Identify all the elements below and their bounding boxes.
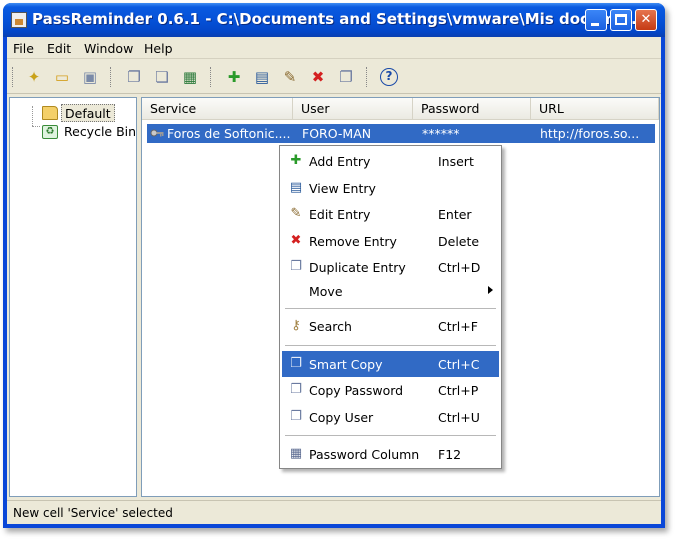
add-entry-icon[interactable]: ✚ bbox=[225, 68, 243, 86]
folder-icon bbox=[42, 106, 58, 120]
menu-item-label: Copy User bbox=[309, 410, 374, 425]
menu-file[interactable]: File bbox=[13, 41, 34, 56]
close-button[interactable]: ✕ bbox=[635, 9, 657, 31]
menu-item-label: Smart Copy bbox=[309, 357, 383, 372]
toolbar-separator bbox=[110, 67, 112, 87]
menu-item-shortcut: Insert bbox=[438, 154, 474, 169]
column-header-service[interactable]: Service bbox=[142, 98, 293, 120]
column-header-user[interactable]: User bbox=[293, 98, 413, 120]
duplicate-icon: ❐ bbox=[290, 259, 302, 274]
toolbar-separator bbox=[210, 67, 212, 87]
window-title: PassReminder 0.6.1 - C:\Documents and Se… bbox=[32, 10, 643, 28]
menu-item-label: View Entry bbox=[309, 181, 376, 196]
recycle-bin-icon: ♻ bbox=[42, 125, 58, 139]
menu-item-search[interactable]: ⚷ Search Ctrl+F bbox=[282, 313, 499, 339]
menu-window[interactable]: Window bbox=[84, 41, 133, 56]
copy-user-icon: ❐ bbox=[290, 409, 302, 424]
menu-item-label: Password Column bbox=[309, 447, 420, 462]
remove-entry-icon[interactable]: ✖ bbox=[309, 68, 327, 86]
menu-item-duplicate-entry[interactable]: ❐ Duplicate Entry Ctrl+D bbox=[282, 254, 499, 280]
help-icon[interactable]: ? bbox=[380, 68, 398, 86]
menu-edit[interactable]: Edit bbox=[47, 41, 71, 56]
menu-item-shortcut: Ctrl+F bbox=[438, 319, 478, 334]
export-excel-icon[interactable]: ▦ bbox=[181, 68, 199, 86]
menu-item-smart-copy[interactable]: ❐ Smart Copy Ctrl+C bbox=[282, 351, 499, 377]
toolbar-grip bbox=[12, 67, 14, 87]
toolbar-separator bbox=[366, 67, 368, 87]
tree-connector bbox=[32, 106, 33, 126]
edit-icon: ✎ bbox=[290, 206, 302, 221]
menu-item-shortcut: Ctrl+P bbox=[438, 383, 479, 398]
column-header-password[interactable]: Password bbox=[413, 98, 531, 120]
menu-item-remove-entry[interactable]: ✖ Remove Entry Delete bbox=[282, 228, 499, 254]
menu-item-label: Duplicate Entry bbox=[309, 260, 406, 275]
copy-password-icon: ❐ bbox=[290, 382, 302, 397]
minimize-button[interactable] bbox=[585, 9, 607, 31]
cell-user[interactable]: FORO-MAN bbox=[302, 124, 412, 143]
title-bar[interactable]: PassReminder 0.6.1 - C:\Documents and Se… bbox=[3, 3, 665, 37]
search-key-icon: ⚷ bbox=[291, 318, 301, 333]
menu-separator bbox=[285, 345, 496, 346]
smart-copy-icon: ❐ bbox=[290, 356, 302, 371]
app-icon bbox=[11, 12, 27, 28]
menu-item-shortcut: Ctrl+D bbox=[438, 260, 481, 275]
context-menu: ✚ Add Entry Insert ▤ View Entry ✎ Edit E… bbox=[279, 145, 502, 469]
menu-item-shortcut: F12 bbox=[438, 447, 462, 462]
menu-item-shortcut: Delete bbox=[438, 234, 480, 249]
menu-item-label: Copy Password bbox=[309, 383, 404, 398]
column-header-url[interactable]: URL bbox=[531, 98, 659, 120]
maximize-icon bbox=[615, 14, 627, 25]
menu-separator bbox=[285, 308, 496, 309]
menu-item-shortcut: Ctrl+U bbox=[438, 410, 480, 425]
menu-item-edit-entry[interactable]: ✎ Edit Entry Enter bbox=[282, 201, 499, 227]
key-icon bbox=[150, 129, 164, 137]
cell-url[interactable]: http://foros.so... bbox=[540, 124, 652, 143]
menu-item-label: Search bbox=[309, 319, 352, 334]
menu-item-view-entry[interactable]: ▤ View Entry bbox=[282, 175, 499, 201]
duplicate-entry-icon[interactable]: ❐ bbox=[337, 68, 355, 86]
add-icon: ✚ bbox=[290, 153, 302, 168]
column-icon: ▦ bbox=[289, 446, 303, 461]
menu-separator bbox=[285, 435, 496, 436]
submenu-arrow-icon bbox=[488, 286, 493, 294]
menu-bar: File Edit Window Help bbox=[7, 37, 661, 59]
save-icon[interactable]: ▣ bbox=[81, 68, 99, 86]
menu-item-add-entry[interactable]: ✚ Add Entry Insert bbox=[282, 148, 499, 174]
cell-password[interactable]: ****** bbox=[422, 124, 532, 143]
minimize-icon bbox=[591, 23, 599, 26]
menu-item-shortcut: Enter bbox=[438, 207, 472, 222]
close-icon: ✕ bbox=[640, 12, 652, 27]
open-folder-icon[interactable]: ▭ bbox=[53, 68, 71, 86]
menu-item-password-column[interactable]: ▦ Password Column F12 bbox=[282, 441, 499, 467]
status-bar: New cell 'Service' selected bbox=[7, 500, 661, 524]
menu-item-label: Move bbox=[309, 284, 343, 299]
maximize-button[interactable] bbox=[610, 9, 632, 31]
menu-item-move[interactable]: Move bbox=[282, 278, 499, 304]
new-icon[interactable]: ✦ bbox=[25, 68, 43, 86]
tree-item-default[interactable]: Default bbox=[61, 104, 115, 122]
remove-icon: ✖ bbox=[290, 233, 302, 248]
folder-tree: Default ♻ Recycle Bin bbox=[9, 97, 137, 497]
tree-item-recycle-bin[interactable]: Recycle Bin bbox=[64, 123, 136, 141]
menu-item-shortcut: Ctrl+C bbox=[438, 357, 480, 372]
table-header: Service User Password URL bbox=[142, 98, 659, 120]
view-icon: ▤ bbox=[289, 180, 303, 195]
tree-connector bbox=[32, 126, 40, 127]
cell-service[interactable]: Foros de Softonic.... bbox=[167, 124, 295, 143]
menu-item-copy-password[interactable]: ❐ Copy Password Ctrl+P bbox=[282, 377, 499, 403]
status-text: New cell 'Service' selected bbox=[13, 506, 173, 520]
menu-item-label: Remove Entry bbox=[309, 234, 397, 249]
paste-icon[interactable]: ❏ bbox=[153, 68, 171, 86]
menu-help[interactable]: Help bbox=[144, 41, 173, 56]
toolbar: ✦ ▭ ▣ ❐ ❏ ▦ ✚ ▤ ✎ ✖ ❐ ? bbox=[7, 60, 661, 94]
menu-item-label: Add Entry bbox=[309, 154, 371, 169]
view-entry-icon[interactable]: ▤ bbox=[253, 68, 271, 86]
menu-item-copy-user[interactable]: ❐ Copy User Ctrl+U bbox=[282, 404, 499, 430]
edit-entry-icon[interactable]: ✎ bbox=[281, 68, 299, 86]
menu-item-label: Edit Entry bbox=[309, 207, 371, 222]
copy-icon[interactable]: ❐ bbox=[125, 68, 143, 86]
table-row[interactable]: Foros de Softonic.... FORO-MAN ****** ht… bbox=[147, 124, 655, 143]
